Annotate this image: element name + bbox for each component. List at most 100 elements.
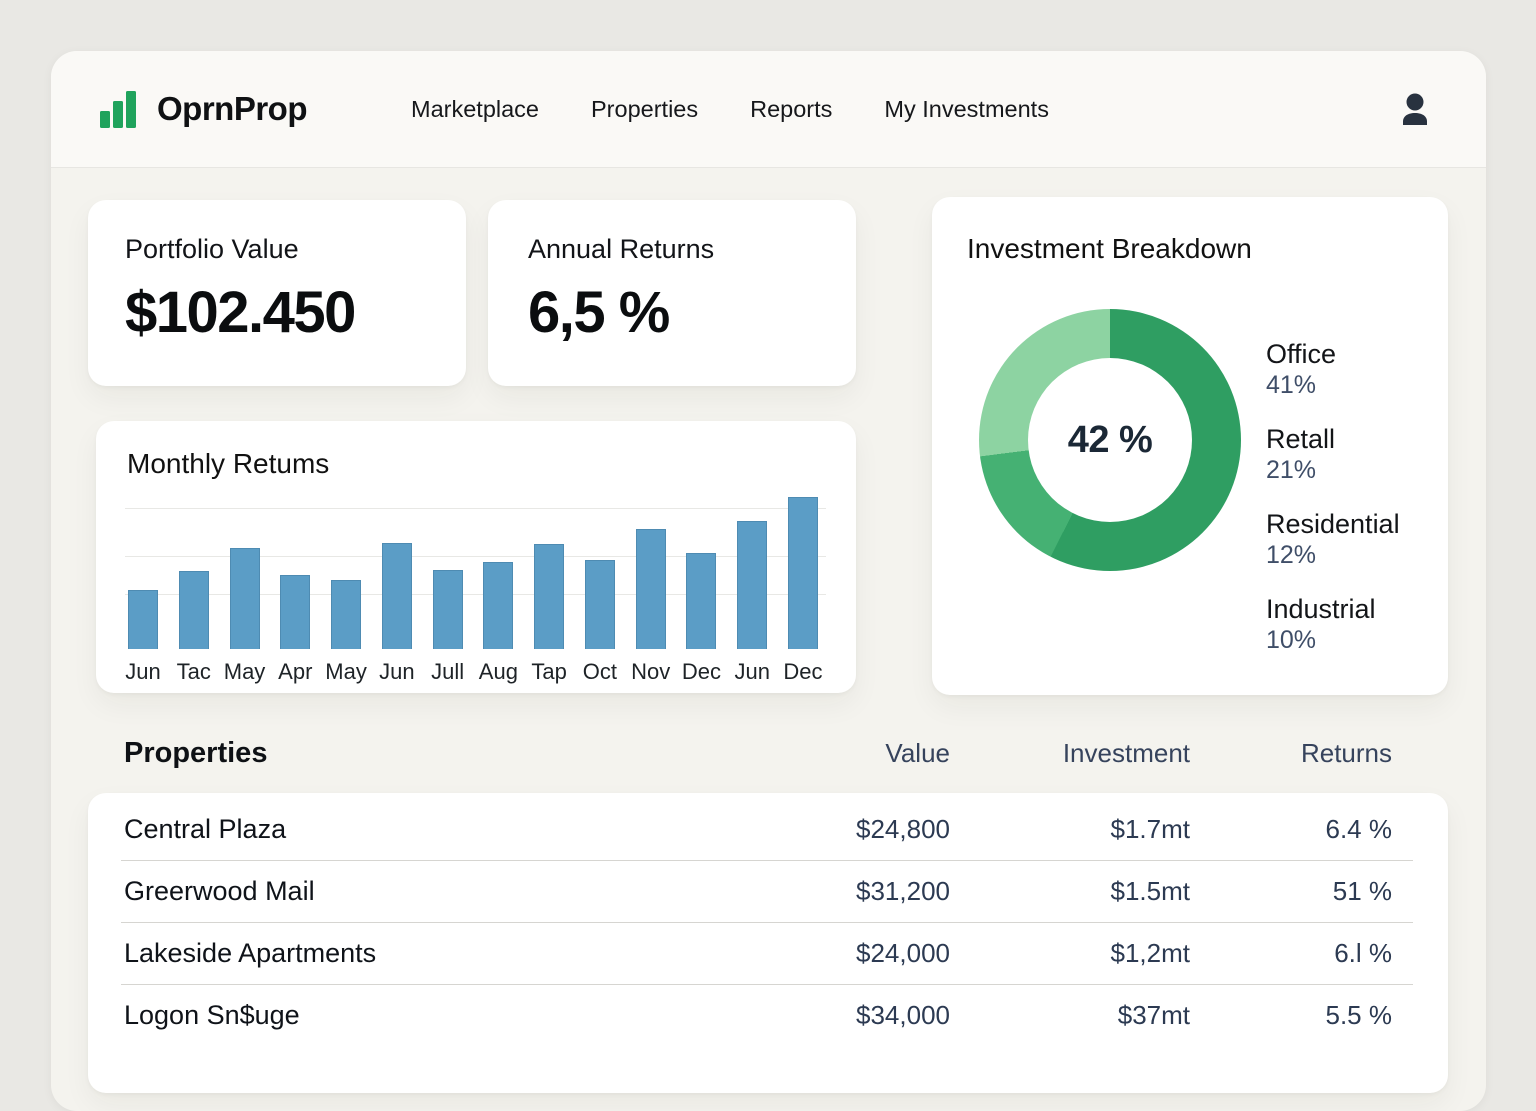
legend-percentage: 12% (1266, 540, 1400, 571)
legend-item: Industrial 10% (1266, 593, 1400, 656)
property-returns: 51 % (1190, 876, 1392, 907)
property-value: $34,000 (760, 1000, 950, 1031)
table-row[interactable]: Central Plaza $24,800 $1.7mt 6.4 % (88, 798, 1448, 860)
bar-column: Dec (686, 553, 716, 649)
chart-bar (433, 570, 463, 649)
legend-percentage: 10% (1266, 625, 1400, 656)
app-logo[interactable] (100, 90, 136, 128)
main-nav: Marketplace Properties Reports My Invest… (411, 96, 1049, 123)
portfolio-value-title: Portfolio Value (125, 234, 466, 265)
nav-item[interactable]: Properties (591, 96, 698, 123)
month-label: Jun (734, 659, 769, 685)
bar-column: Jull (433, 570, 463, 649)
chart-bar (788, 497, 818, 649)
investment-breakdown-title: Investment Breakdown (967, 233, 1252, 265)
properties-table-card: Central Plaza $24,800 $1.7mt 6.4 % Greer… (88, 793, 1448, 1093)
property-returns: 5.5 % (1190, 1000, 1392, 1031)
column-header-investment: Investment (950, 738, 1190, 769)
column-header-value: Value (760, 738, 950, 769)
portfolio-value-card: Portfolio Value $102.450 (88, 200, 466, 386)
property-returns: 6.l % (1190, 938, 1392, 969)
nav-item[interactable]: Marketplace (411, 96, 539, 123)
month-label: Nov (631, 659, 670, 685)
property-returns: 6.4 % (1190, 814, 1392, 845)
annual-returns-card: Annual Returns 6,5 % (488, 200, 856, 386)
annual-returns-amount: 6,5 % (528, 279, 856, 346)
chart-bar (737, 521, 767, 649)
bar-column: Jun (737, 521, 767, 649)
month-label: Dec (682, 659, 721, 685)
legend-item: Office 41% (1266, 338, 1400, 401)
bar-column: May (230, 548, 260, 649)
table-row[interactable]: Greerwood Mail $31,200 $1.5mt 51 % (88, 860, 1448, 922)
bar-column: Jun (382, 543, 412, 649)
table-row[interactable]: Lakeside Apartments $24,000 $1,2mt 6.l % (88, 922, 1448, 984)
property-value: $24,800 (760, 814, 950, 845)
chart-bar (331, 580, 361, 649)
month-label: Oct (583, 659, 617, 685)
brand-title: OprnProp (157, 90, 307, 128)
column-header-returns: Returns (1190, 738, 1392, 769)
bar-column: May (331, 580, 361, 649)
month-label: Jun (379, 659, 414, 685)
donut-legend: Office 41% Retall 21% Residential 12% In… (1266, 338, 1400, 678)
properties-table-header: Properties Value Investment Returns (88, 737, 1448, 770)
top-navigation-bar: OprnProp Marketplace Properties Reports … (51, 51, 1486, 168)
property-value: $31,200 (760, 876, 950, 907)
month-label: Jull (431, 659, 464, 685)
bar-column: Dec (788, 497, 818, 649)
property-investment: $1.5mt (950, 876, 1190, 907)
investment-breakdown-card: Investment Breakdown 42 % Office 41% Ret… (932, 197, 1448, 695)
chart-bar (585, 560, 615, 649)
legend-label: Residential (1266, 508, 1400, 540)
app-window: OprnProp Marketplace Properties Reports … (51, 51, 1486, 1111)
legend-item: Residential 12% (1266, 508, 1400, 571)
donut-center-value: 42 % (979, 309, 1241, 571)
property-investment: $37mt (950, 1000, 1190, 1031)
legend-label: Industrial (1266, 593, 1400, 625)
bar-column: Jun (128, 590, 158, 649)
bar-chart-icon (126, 91, 136, 128)
chart-bar (280, 575, 310, 649)
annual-returns-title: Annual Returns (528, 234, 856, 265)
monthly-returns-card: Monthly Retums Jun Tac May (96, 421, 856, 693)
chart-bar (230, 548, 260, 649)
bar-column: Tap (534, 544, 564, 649)
legend-percentage: 41% (1266, 370, 1400, 401)
property-value: $24,000 (760, 938, 950, 969)
property-investment: $1.7mt (950, 814, 1190, 845)
chart-bar (686, 553, 716, 649)
person-icon (1400, 93, 1430, 125)
month-label: Apr (278, 659, 312, 685)
month-label: Aug (479, 659, 518, 685)
legend-item: Retall 21% (1266, 423, 1400, 486)
user-account-button[interactable] (1400, 93, 1430, 125)
legend-label: Office (1266, 338, 1400, 370)
bar-chart-icon (113, 101, 123, 128)
portfolio-value-amount: $102.450 (125, 279, 466, 346)
chart-bar (128, 590, 158, 649)
property-name: Greerwood Mail (124, 876, 760, 907)
bar-column: Nov (636, 529, 666, 649)
table-row[interactable]: Logon Sn$uge $34,000 $37mt 5.5 % (88, 984, 1448, 1046)
chart-bar (534, 544, 564, 649)
chart-bar (382, 543, 412, 649)
bar-column: Apr (280, 575, 310, 649)
chart-bar (636, 529, 666, 649)
bar-chart-icon (100, 111, 110, 128)
donut-chart: 42 % (979, 309, 1241, 571)
bar-chart: Jun Tac May Apr (128, 421, 818, 649)
property-name: Central Plaza (124, 814, 760, 845)
bar-column: Oct (585, 560, 615, 649)
chart-bar (483, 562, 513, 649)
property-name: Logon Sn$uge (124, 1000, 760, 1031)
month-label: Tap (531, 659, 566, 685)
nav-item[interactable]: My Investments (884, 96, 1049, 123)
legend-label: Retall (1266, 423, 1400, 455)
properties-section-title: Properties (124, 737, 760, 770)
legend-percentage: 21% (1266, 455, 1400, 486)
month-label: Jun (125, 659, 160, 685)
property-investment: $1,2mt (950, 938, 1190, 969)
nav-item[interactable]: Reports (750, 96, 832, 123)
bar-column: Aug (483, 562, 513, 649)
